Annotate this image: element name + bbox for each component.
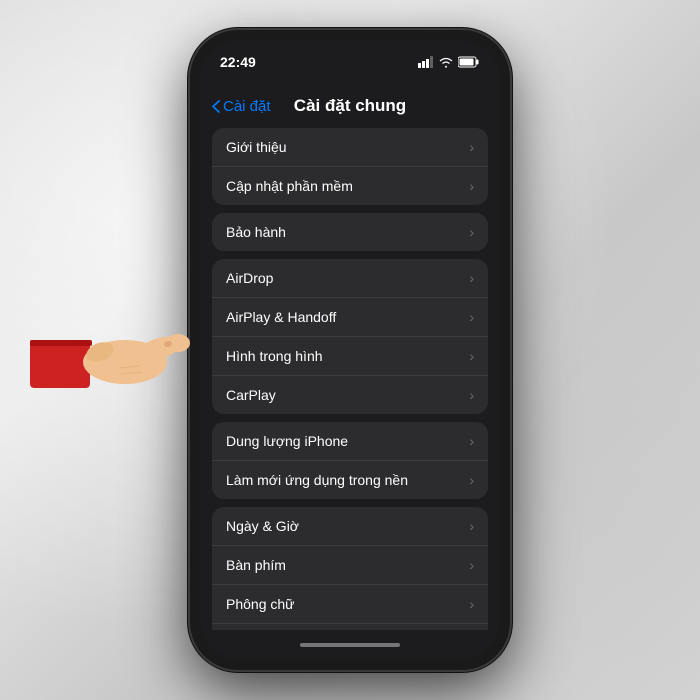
item-label-ngay-gio: Ngày & Giờ — [226, 518, 299, 534]
settings-scroll[interactable]: Giới thiệu › Cập nhật phần mềm › Bảo hàn… — [200, 128, 500, 630]
list-item-ban-phim[interactable]: Bàn phím › — [212, 546, 488, 585]
home-indicator — [200, 630, 500, 660]
settings-group-1: Giới thiệu › Cập nhật phần mềm › — [212, 128, 488, 205]
hand-pointer — [30, 310, 190, 390]
chevron-icon: › — [469, 178, 474, 194]
list-item[interactable]: Bảo hành › — [212, 213, 488, 251]
chevron-icon: › — [469, 596, 474, 612]
item-label-hinh-trong-hinh: Hình trong hình — [226, 348, 323, 364]
list-item-airplay-handoff[interactable]: AirPlay & Handoff › — [212, 298, 488, 337]
back-chevron-icon — [212, 100, 220, 113]
status-time: 22:49 — [220, 54, 256, 70]
settings-group-2: Bảo hành › — [212, 213, 488, 251]
item-label-phong-chu: Phông chữ — [226, 596, 295, 612]
list-item-ngay-gio[interactable]: Ngày & Giờ › — [212, 507, 488, 546]
back-label: Cài đặt — [223, 98, 271, 115]
chevron-icon: › — [469, 348, 474, 364]
nav-back-button[interactable]: Cài đặt — [212, 98, 271, 115]
chevron-icon: › — [469, 557, 474, 573]
item-label-cap-nhat: Cập nhật phần mềm — [226, 178, 353, 194]
status-icons — [418, 56, 480, 68]
list-item[interactable]: Cập nhật phần mềm › — [212, 167, 488, 205]
item-label-gioi-thieu: Giới thiệu — [226, 139, 287, 155]
item-label-carplay: CarPlay — [226, 387, 276, 403]
phone-frame: 22:49 — [190, 30, 510, 670]
battery-icon — [458, 56, 480, 68]
item-label-dung-luong: Dung lượng iPhone — [226, 433, 348, 449]
item-label-airdrop: AirDrop — [226, 270, 273, 286]
chevron-icon: › — [469, 433, 474, 449]
wifi-icon — [439, 56, 453, 68]
item-label-lam-moi: Làm mới ứng dụng trong nền — [226, 472, 408, 488]
signal-icon — [418, 56, 434, 68]
item-label-ban-phim: Bàn phím — [226, 557, 286, 573]
status-bar: 22:49 — [200, 40, 500, 84]
item-label-bao-hanh: Bảo hành — [226, 224, 286, 240]
chevron-icon: › — [469, 472, 474, 488]
list-item-lam-moi[interactable]: Làm mới ứng dụng trong nền › — [212, 461, 488, 499]
chevron-icon: › — [469, 309, 474, 325]
nav-header: Cài đặt Cài đặt chung — [200, 84, 500, 128]
list-item-carplay[interactable]: CarPlay › — [212, 376, 488, 414]
notch — [290, 40, 410, 64]
item-label-airplay-handoff: AirPlay & Handoff — [226, 309, 336, 325]
list-item-ngon-ngu[interactable]: Ngôn ngữ & Vùng › — [212, 624, 488, 630]
phone-screen: 22:49 — [200, 40, 500, 660]
list-item-airdrop[interactable]: AirDrop › — [212, 259, 488, 298]
nav-title: Cài đặt chung — [294, 96, 406, 116]
settings-group-4: Dung lượng iPhone › Làm mới ứng dụng tro… — [212, 422, 488, 499]
chevron-icon: › — [469, 387, 474, 403]
chevron-icon: › — [469, 270, 474, 286]
list-item[interactable]: Giới thiệu › — [212, 128, 488, 167]
chevron-icon: › — [469, 139, 474, 155]
home-bar — [300, 643, 400, 647]
list-item-phong-chu[interactable]: Phông chữ › — [212, 585, 488, 624]
chevron-icon: › — [469, 224, 474, 240]
settings-group-3: AirDrop › AirPlay & Handoff › Hình trong… — [212, 259, 488, 414]
chevron-icon: › — [469, 518, 474, 534]
list-item-hinh-trong-hinh[interactable]: Hình trong hình › — [212, 337, 488, 376]
settings-group-5: Ngày & Giờ › Bàn phím › Phông chữ › Ngôn… — [212, 507, 488, 630]
list-item-dung-luong[interactable]: Dung lượng iPhone › — [212, 422, 488, 461]
